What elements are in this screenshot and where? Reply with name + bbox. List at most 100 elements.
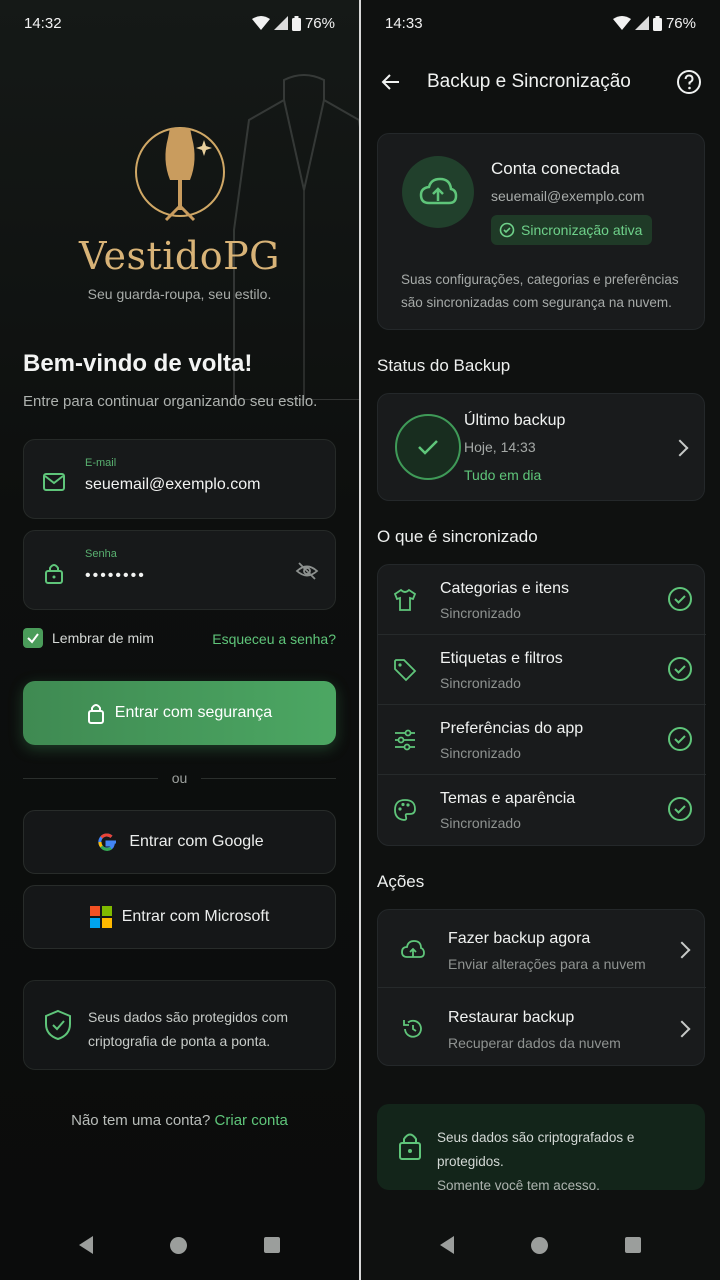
lock-icon: [87, 704, 104, 724]
synced-heading: O que é sincronizado: [377, 527, 538, 546]
encryption-notice-text: Seus dados são criptografados e protegid…: [437, 1126, 697, 1198]
password-label: Senha: [85, 548, 117, 560]
battery-icon: [291, 15, 301, 31]
cloud-upload-icon: [419, 177, 458, 205]
palette-icon: [394, 799, 416, 821]
dress-form-logo-icon: [134, 127, 225, 222]
action-title: Fazer backup agora: [448, 930, 591, 947]
divider-line: [201, 777, 337, 779]
remember-me-toggle[interactable]: Lembrar de mim: [23, 628, 154, 648]
microsoft-icon: [89, 906, 112, 928]
check-circle-icon: [668, 587, 692, 611]
nav-recents-button[interactable]: [264, 1237, 281, 1253]
security-notice-text: Seus dados são protegidos com criptograf…: [88, 1009, 289, 1049]
restore-backup-button[interactable]: Restaurar backup Recuperar dados da nuve…: [378, 989, 706, 1067]
item-title: Categorias e itens: [440, 580, 569, 597]
encryption-line-2: Somente você tem acesso.: [437, 1178, 600, 1193]
account-email: seuemail@exemplo.com: [491, 188, 645, 204]
sync-active-label: Sincronização ativa: [521, 222, 643, 238]
encryption-line-1: Seus dados são criptografados e protegid…: [437, 1130, 635, 1169]
check-circle-icon: [668, 657, 692, 681]
login-button[interactable]: Entrar com segurança: [23, 681, 336, 745]
backup-ok-indicator: [395, 414, 461, 480]
shield-check-icon: [45, 1009, 71, 1041]
microsoft-button-label: Entrar com Microsoft: [121, 908, 270, 925]
nav-home-button[interactable]: [169, 1236, 187, 1254]
google-button-label: Entrar com Google: [129, 833, 264, 850]
battery-percent: 76%: [304, 14, 335, 32]
login-screen: 14:32 76% VestidoPG Seu guarda-roupa, se…: [0, 0, 359, 1280]
battery-icon: [652, 15, 662, 31]
email-field[interactable]: E-mail: [23, 439, 336, 519]
backup-screen: 14:33 76% Backup e Sincronização Conta c…: [361, 0, 720, 1280]
sliders-icon: [395, 729, 415, 751]
shirt-icon: [393, 588, 417, 611]
check-circle-icon: [668, 727, 692, 751]
action-subtitle: Enviar alterações para a nuvem: [448, 956, 646, 972]
status-icons: 76%: [251, 14, 335, 32]
login-button-label: Entrar com segurança: [114, 704, 273, 721]
brand-tagline: Seu guarda-roupa, seu estilo.: [87, 286, 272, 302]
last-backup-title: Último backup: [464, 412, 566, 429]
account-title: Conta conectada: [491, 159, 620, 178]
brand-logo: VestidoPG Seu guarda-roupa, seu estilo.: [0, 120, 359, 302]
check-circle-icon: [668, 797, 692, 821]
nav-home-button[interactable]: [530, 1236, 548, 1254]
backup-now-button[interactable]: Fazer backup agora Enviar alterações par…: [378, 910, 706, 988]
signal-icon: [634, 16, 649, 30]
nav-recents-button[interactable]: [625, 1237, 642, 1253]
welcome-subtitle: Entre para continuar organizando seu est…: [23, 393, 318, 410]
welcome-title: Bem-vindo de volta!: [23, 350, 253, 377]
lock-icon: [399, 1133, 421, 1160]
google-icon: [98, 833, 117, 851]
lock-icon: [45, 564, 63, 584]
cloud-upload-icon: [401, 940, 425, 958]
remember-checkbox[interactable]: [23, 628, 43, 648]
status-bar: 14:33 76%: [361, 0, 720, 46]
signup-link[interactable]: Criar conta: [215, 1112, 288, 1129]
action-subtitle: Recuperar dados da nuvem: [448, 1035, 621, 1051]
chevron-right-icon: [673, 1020, 691, 1038]
nav-back-button[interactable]: [78, 1236, 93, 1254]
chevron-right-icon: [671, 439, 689, 457]
restore-icon: [403, 1019, 422, 1038]
page-title: Backup e Sincronização: [427, 71, 631, 92]
google-login-button[interactable]: Entrar com Google: [23, 810, 336, 874]
signal-icon: [273, 16, 288, 30]
wifi-icon: [251, 16, 270, 30]
or-label: ou: [171, 770, 188, 786]
item-title: Temas e aparência: [440, 790, 576, 807]
eye-off-icon[interactable]: [295, 559, 319, 583]
actions-card: Fazer backup agora Enviar alterações par…: [377, 909, 706, 1067]
list-item[interactable]: Temas e aparência Sincronizado: [378, 775, 706, 845]
list-item[interactable]: Etiquetas e filtros Sincronizado: [378, 635, 706, 705]
list-item[interactable]: Preferências do app Sincronizado: [378, 705, 706, 775]
or-divider: ou: [23, 770, 337, 786]
signup-prompt: Não tem uma conta?: [71, 1112, 211, 1129]
status-bar: 14:32 76%: [0, 0, 359, 46]
battery-percent: 76%: [665, 14, 696, 32]
email-input[interactable]: [85, 476, 285, 494]
password-field[interactable]: Senha: [23, 530, 336, 610]
forgot-password-link[interactable]: Esqueceu a senha?: [212, 631, 336, 647]
app-comparison: 14:32 76% VestidoPG Seu guarda-roupa, se…: [0, 0, 720, 1280]
check-circle-icon: [499, 222, 515, 238]
last-backup-card[interactable]: Último backup Hoje, 14:33 Tudo em dia: [377, 393, 705, 501]
microsoft-login-button[interactable]: Entrar com Microsoft: [23, 885, 336, 949]
list-item[interactable]: Categorias e itens Sincronizado: [378, 565, 706, 635]
system-nav-bar: [0, 1228, 359, 1262]
nav-back-button[interactable]: [439, 1236, 454, 1254]
mail-icon: [43, 473, 65, 491]
synced-items-card: Categorias e itens Sincronizado Etiqueta…: [377, 564, 706, 846]
security-notice: Seus dados são protegidos com criptograf…: [23, 980, 336, 1070]
account-description: Suas configurações, categorias e preferê…: [401, 272, 679, 310]
sync-active-badge: Sincronização ativa: [491, 215, 653, 245]
back-arrow-icon[interactable]: [379, 70, 403, 94]
status-icons: 76%: [612, 14, 696, 32]
chevron-right-icon: [673, 941, 691, 959]
password-input[interactable]: [85, 567, 285, 585]
help-icon[interactable]: [676, 69, 702, 95]
item-status: Sincronizado: [440, 745, 521, 761]
brand-name: VestidoPG: [79, 234, 280, 278]
backup-status-heading: Status do Backup: [377, 356, 511, 375]
